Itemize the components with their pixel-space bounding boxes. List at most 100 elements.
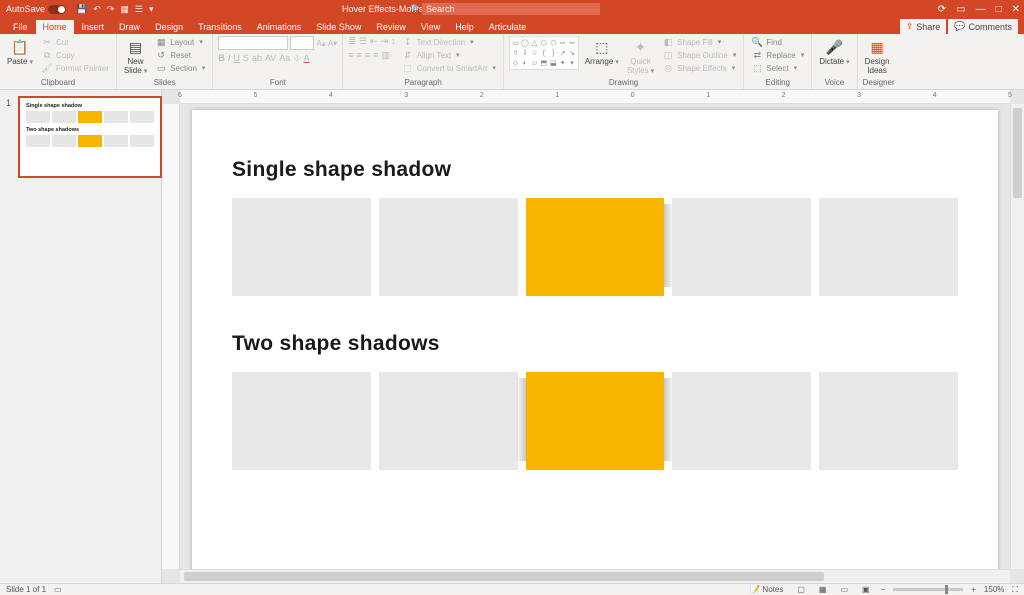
align-left-icon[interactable]: ≡	[348, 50, 353, 61]
slideshow-view-icon[interactable]: ▣	[859, 585, 873, 594]
select-button[interactable]: ⬚Select	[749, 62, 806, 74]
slide-canvas-wrap[interactable]: Single shape shadow Two shape shadows	[180, 104, 1010, 569]
columns-icon[interactable]: ▥	[381, 50, 390, 61]
tab-file[interactable]: File	[6, 20, 35, 34]
dictate-button[interactable]: 🎤Dictate	[817, 36, 851, 68]
grow-font-icon[interactable]: A▴	[316, 39, 325, 48]
shape-icon[interactable]: }	[549, 48, 558, 58]
shape-icon[interactable]: ▭	[511, 38, 520, 48]
vertical-ruler[interactable]	[162, 104, 180, 569]
bullets-icon[interactable]: ≣	[348, 36, 356, 47]
smartart-button[interactable]: ⬚Convert to SmartArt	[400, 62, 498, 74]
slide-thumbnail-1[interactable]: Single shape shadow Two shape shadows	[18, 96, 162, 178]
ribbon-options-icon[interactable]: ▭	[956, 4, 965, 15]
card[interactable]	[232, 372, 371, 470]
shape-icon[interactable]: ⇦	[567, 38, 576, 48]
paste-button[interactable]: 📋 Paste	[5, 36, 35, 68]
tab-review[interactable]: Review	[369, 20, 413, 34]
card[interactable]	[819, 372, 958, 470]
autosave-toggle[interactable]: AutoSave	[6, 4, 66, 14]
shape-icon[interactable]: ⇩	[520, 48, 529, 58]
italic-icon[interactable]: I	[228, 53, 231, 64]
scroll-thumb[interactable]	[1013, 108, 1022, 198]
font-color-icon[interactable]: A	[304, 53, 310, 64]
reading-view-icon[interactable]: ▭	[837, 585, 851, 594]
accessibility-icon[interactable]: ▭	[54, 585, 62, 594]
shape-effects-button[interactable]: ◎Shape Effects	[660, 62, 738, 74]
card[interactable]	[672, 198, 811, 296]
copy-button[interactable]: ⧉Copy	[39, 49, 111, 61]
zoom-slider[interactable]	[893, 588, 963, 591]
scroll-thumb[interactable]	[184, 572, 824, 581]
horizontal-scrollbar[interactable]	[180, 569, 1010, 583]
tab-design[interactable]: Design	[148, 20, 190, 34]
present-icon[interactable]: ▦	[120, 4, 129, 15]
card[interactable]	[379, 198, 518, 296]
case-icon[interactable]: Aa	[279, 53, 290, 64]
horizontal-ruler[interactable]: 654321012345	[180, 90, 1010, 104]
search-input[interactable]	[422, 3, 600, 15]
shape-icon[interactable]: ⬓	[549, 58, 558, 68]
shape-icon[interactable]: ☆	[530, 48, 539, 58]
shape-icon[interactable]: {	[539, 48, 548, 58]
shape-outline-button[interactable]: ◫Shape Outline	[660, 49, 738, 61]
line-spacing-icon[interactable]: ↕	[391, 36, 396, 47]
card-highlight[interactable]	[526, 372, 665, 470]
window-maximize-icon[interactable]: □	[996, 4, 1002, 15]
shadow-icon[interactable]: ab	[252, 53, 262, 64]
card[interactable]	[232, 198, 371, 296]
normal-view-icon[interactable]: ▢	[794, 585, 808, 594]
shape-icon[interactable]: ◇	[511, 58, 520, 68]
spacing-icon[interactable]: AV	[265, 53, 276, 64]
shapes-gallery[interactable]: ▭◯△⬠⬡⇨⇦ ⇧⇩☆{}↗↘ ◇◐▱⬒⬓✦▾	[509, 36, 579, 70]
arrange-button[interactable]: ⬚Arrange	[583, 36, 621, 68]
justify-icon[interactable]: ≡	[373, 50, 378, 61]
slide-canvas[interactable]: Single shape shadow Two shape shadows	[192, 110, 998, 569]
shrink-font-icon[interactable]: A▾	[328, 39, 337, 48]
tab-animations[interactable]: Animations	[250, 20, 309, 34]
shape-icon[interactable]: ↗	[558, 48, 567, 58]
indent-inc-icon[interactable]: ⇥	[381, 36, 389, 47]
undo-icon[interactable]: ↶	[93, 4, 101, 15]
numbering-icon[interactable]: ☰	[359, 36, 367, 47]
shape-icon[interactable]: ✦	[558, 58, 567, 68]
tab-help[interactable]: Help	[448, 20, 481, 34]
zoom-value[interactable]: 150%	[984, 585, 1004, 594]
vertical-scrollbar[interactable]	[1010, 104, 1024, 569]
shape-icon[interactable]: ▱	[530, 58, 539, 68]
design-ideas-button[interactable]: ▦Design Ideas	[863, 36, 892, 77]
indent-dec-icon[interactable]: ⇤	[370, 36, 378, 47]
quick-styles-button[interactable]: ✦Quick Styles	[625, 36, 656, 77]
bold-icon[interactable]: B	[218, 53, 225, 64]
tab-insert[interactable]: Insert	[75, 20, 112, 34]
sync-icon[interactable]: ⟳	[938, 4, 946, 15]
autosave-switch-icon[interactable]	[48, 5, 66, 14]
tab-view[interactable]: View	[414, 20, 447, 34]
text-direction-button[interactable]: ↧Text Direction	[400, 36, 498, 48]
card[interactable]	[379, 372, 518, 470]
sorter-view-icon[interactable]: ▦	[816, 585, 830, 594]
zoom-out-icon[interactable]: −	[881, 585, 886, 594]
format-painter-button[interactable]: 🖌Format Painter	[39, 62, 111, 74]
shape-icon[interactable]: ↘	[567, 48, 576, 58]
notes-button[interactable]: 📝 Notes	[747, 585, 786, 594]
qat-more-icon[interactable]: ▾	[149, 4, 154, 15]
align-center-icon[interactable]: ≡	[357, 50, 362, 61]
card-highlight[interactable]	[526, 198, 665, 296]
window-minimize-icon[interactable]: —	[976, 4, 986, 15]
shape-fill-button[interactable]: ◧Shape Fill	[660, 36, 738, 48]
shape-icon[interactable]: ◐	[520, 58, 529, 68]
tab-articulate[interactable]: Articulate	[482, 20, 534, 34]
card[interactable]	[672, 372, 811, 470]
window-close-icon[interactable]: ✕	[1012, 4, 1020, 15]
share-button[interactable]: ⇪Share	[900, 19, 947, 34]
fit-window-icon[interactable]: ⛶	[1012, 585, 1018, 595]
highlight-icon[interactable]: ⎀	[293, 53, 300, 64]
shape-icon[interactable]: ⇨	[558, 38, 567, 48]
align-text-button[interactable]: ⇵Align Text	[400, 49, 498, 61]
shape-icon[interactable]: △	[530, 38, 539, 48]
align-right-icon[interactable]: ≡	[365, 50, 370, 61]
shape-icon[interactable]: ⇧	[511, 48, 520, 58]
comments-button[interactable]: 💬Comments	[948, 19, 1018, 34]
shape-icon[interactable]: ◯	[520, 38, 529, 48]
